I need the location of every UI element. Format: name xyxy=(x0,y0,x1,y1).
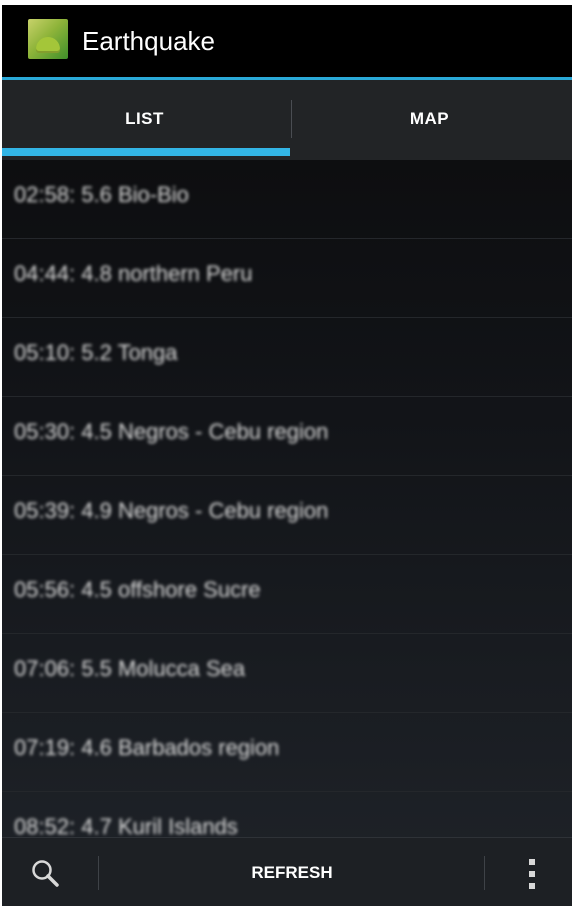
list-item[interactable]: 05:39: 4.9 Negros - Cebu region xyxy=(2,476,572,555)
list-item[interactable]: 05:56: 4.5 offshore Sucre xyxy=(2,555,572,634)
list-item-text: 05:39: 4.9 Negros - Cebu region xyxy=(14,498,329,523)
bottom-bar-separator xyxy=(98,856,99,890)
app-screen: Earthquake LIST MAP 02:58: 5.6 Bio-Bio 0… xyxy=(2,5,572,906)
list-item-text: 04:44: 4.8 northern Peru xyxy=(14,261,253,286)
android-logo-icon xyxy=(36,37,60,53)
list-item[interactable]: 05:30: 4.5 Negros - Cebu region xyxy=(2,397,572,476)
app-icon[interactable] xyxy=(28,19,68,59)
action-bar: Earthquake xyxy=(2,5,572,77)
tab-bar: LIST MAP xyxy=(2,80,572,160)
selected-tab-indicator xyxy=(2,148,290,156)
split-action-bar: REFRESH xyxy=(2,837,572,906)
search-icon xyxy=(32,860,59,887)
overflow-menu-icon xyxy=(527,859,537,889)
list-item[interactable]: 07:06: 5.5 Molucca Sea xyxy=(2,634,572,713)
list-item[interactable]: 05:10: 5.2 Tonga xyxy=(2,318,572,397)
list-item-text: 05:10: 5.2 Tonga xyxy=(14,340,178,365)
list-item-text: 05:56: 4.5 offshore Sucre xyxy=(14,577,261,602)
list-item[interactable]: 04:44: 4.8 northern Peru xyxy=(2,239,572,318)
app-title: Earthquake xyxy=(82,26,215,56)
list-item[interactable]: 02:58: 5.6 Bio-Bio xyxy=(2,160,572,239)
list-item[interactable]: 08:52: 4.7 Kuril Islands xyxy=(2,792,572,837)
overflow-menu-button[interactable] xyxy=(512,852,552,892)
list-item-text: 07:06: 5.5 Molucca Sea xyxy=(14,656,246,681)
refresh-label: REFRESH xyxy=(251,863,333,882)
tab-map-label: MAP xyxy=(409,109,450,128)
refresh-button[interactable]: REFRESH xyxy=(182,850,402,894)
search-button[interactable] xyxy=(22,852,74,892)
earthquake-list[interactable]: 02:58: 5.6 Bio-Bio 04:44: 4.8 northern P… xyxy=(2,160,572,837)
bottom-bar-separator xyxy=(484,856,485,890)
tab-map[interactable]: MAP xyxy=(287,80,572,160)
list-item[interactable]: 07:19: 4.6 Barbados region xyxy=(2,713,572,792)
list-item-text: 02:58: 5.6 Bio-Bio xyxy=(14,182,189,207)
list-item-text: 05:30: 4.5 Negros - Cebu region xyxy=(14,419,329,444)
tab-list-label: LIST xyxy=(125,109,164,128)
list-item-text: 07:19: 4.6 Barbados region xyxy=(14,735,280,760)
list-item-text: 08:52: 4.7 Kuril Islands xyxy=(14,814,238,837)
